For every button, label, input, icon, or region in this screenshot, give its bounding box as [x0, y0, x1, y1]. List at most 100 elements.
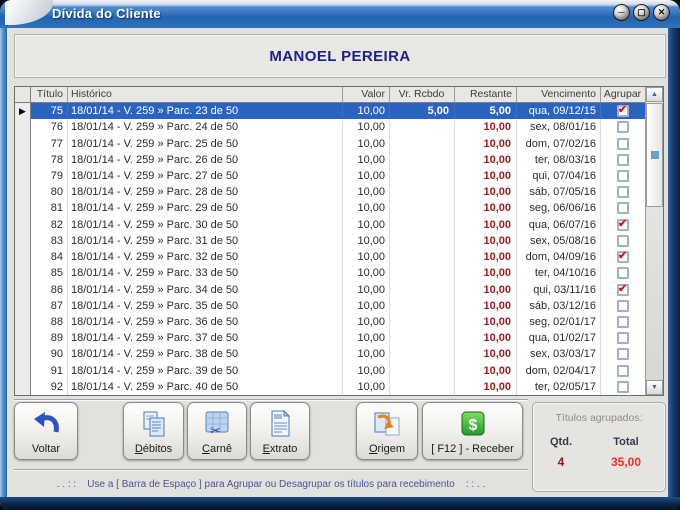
cell-agrupar: [601, 168, 645, 184]
cell-valor: 10,00: [343, 151, 390, 168]
agrupar-checkbox[interactable]: [617, 315, 629, 328]
cell-vencimento: sáb, 03/12/16: [517, 297, 601, 314]
agrupar-checkbox[interactable]: [617, 234, 629, 247]
maximize-button[interactable]: ▢: [633, 4, 650, 21]
cell-restante: 10,00: [455, 281, 517, 298]
cell-historico: 18/01/14 - V. 259 » Parc. 30 de 50: [68, 216, 343, 233]
cell-restante: 10,00: [455, 330, 517, 347]
row-selector-cell: [15, 167, 31, 185]
table-row[interactable]: 83 18/01/14 - V. 259 » Parc. 31 de 50 10…: [15, 232, 645, 249]
extrato-button[interactable]: Extrato: [250, 402, 310, 460]
agrupar-checkbox[interactable]: [617, 364, 629, 377]
table-row[interactable]: 84 18/01/14 - V. 259 » Parc. 32 de 50 10…: [15, 248, 645, 266]
cell-restante: 10,00: [455, 265, 517, 282]
origem-button[interactable]: Origem: [356, 402, 418, 460]
header-vr-rcbdo[interactable]: Vr. Rcbdo: [390, 87, 455, 102]
table-row[interactable]: 79 18/01/14 - V. 259 » Parc. 27 de 50 10…: [15, 167, 645, 185]
cell-historico: 18/01/14 - V. 259 » Parc. 32 de 50: [68, 248, 343, 266]
voltar-button[interactable]: Voltar: [14, 402, 78, 460]
table-row[interactable]: 78 18/01/14 - V. 259 » Parc. 26 de 50 10…: [15, 151, 645, 168]
table-row[interactable]: 88 18/01/14 - V. 259 » Parc. 36 de 50 10…: [15, 313, 645, 331]
cell-historico: 18/01/14 - V. 259 » Parc. 31 de 50: [68, 232, 343, 249]
extrato-label: Extrato: [262, 443, 298, 455]
origem-label: Origem: [368, 443, 406, 455]
row-selector-cell: [15, 151, 31, 168]
cell-titulo: 81: [31, 200, 68, 217]
cell-restante: 10,00: [455, 151, 517, 168]
table-row[interactable]: 81 18/01/14 - V. 259 » Parc. 29 de 50 10…: [15, 200, 645, 217]
cell-agrupar: [601, 265, 645, 281]
scrollbar-thumb[interactable]: [646, 103, 663, 207]
cell-agrupar: [601, 184, 645, 200]
table-row[interactable]: ▶ 75 18/01/14 - V. 259 » Parc. 23 de 50 …: [15, 103, 645, 120]
header-agrupar[interactable]: Agrupar: [601, 87, 645, 102]
table-row[interactable]: 87 18/01/14 - V. 259 » Parc. 35 de 50 10…: [15, 297, 645, 314]
header-vencimento[interactable]: Vencimento: [517, 87, 601, 102]
table-row[interactable]: 82 18/01/14 - V. 259 » Parc. 30 de 50 10…: [15, 216, 645, 233]
table-row[interactable]: 80 18/01/14 - V. 259 » Parc. 28 de 50 10…: [15, 184, 645, 201]
agrupar-checkbox[interactable]: [617, 282, 629, 296]
agrupar-checkbox[interactable]: [617, 299, 629, 312]
cell-vr-rcbdo: [390, 265, 455, 282]
table-row[interactable]: 91 18/01/14 - V. 259 » Parc. 39 de 50 10…: [15, 362, 645, 379]
cell-historico: 18/01/14 - V. 259 » Parc. 35 de 50: [68, 297, 343, 314]
agrupar-checkbox[interactable]: [617, 137, 629, 150]
cell-valor: 10,00: [343, 362, 390, 379]
cell-restante: 10,00: [455, 248, 517, 266]
cell-titulo: 87: [31, 297, 68, 314]
scrollbar-up-button[interactable]: ▲: [646, 87, 663, 102]
grouped-titles-label: Títulos agrupados:: [555, 412, 643, 424]
qtd-label: Qtd.: [550, 436, 572, 448]
agrupar-checkbox[interactable]: [617, 202, 629, 215]
cell-vencimento: dom, 04/09/16: [517, 248, 601, 266]
agrupar-checkbox[interactable]: [617, 332, 629, 345]
agrupar-checkbox[interactable]: [617, 348, 629, 361]
svg-text:$: $: [468, 417, 477, 434]
agrupar-checkbox[interactable]: [617, 267, 629, 280]
cell-titulo: 75: [31, 103, 68, 120]
cell-historico: 18/01/14 - V. 259 » Parc. 37 de 50: [68, 330, 343, 347]
agrupar-checkbox[interactable]: [617, 217, 629, 231]
agrupar-checkbox[interactable]: [617, 249, 629, 264]
cell-titulo: 92: [31, 378, 68, 395]
voltar-label: Voltar: [31, 443, 61, 455]
cell-titulo: 91: [31, 362, 68, 379]
agrupar-checkbox[interactable]: [617, 186, 629, 199]
header-historico[interactable]: Histórico: [68, 87, 343, 102]
vertical-scrollbar[interactable]: ▲ ▼: [645, 87, 663, 395]
cell-valor: 10,00: [343, 346, 390, 363]
current-row-marker-icon: ▶: [19, 105, 26, 116]
agrupar-checkbox[interactable]: [617, 153, 629, 166]
window-frame-left: [0, 28, 7, 510]
agrupar-checkbox[interactable]: [617, 380, 629, 393]
row-selector-cell: [15, 297, 31, 314]
table-row[interactable]: 76 18/01/14 - V. 259 » Parc. 24 de 50 10…: [15, 119, 645, 136]
titlebar-swoosh-decoration: [5, 0, 53, 25]
cell-restante: 10,00: [455, 216, 517, 233]
cell-valor: 10,00: [343, 184, 390, 201]
row-selector-cell: [15, 184, 31, 201]
header-restante[interactable]: Restante: [455, 87, 517, 102]
table-row[interactable]: 77 18/01/14 - V. 259 » Parc. 25 de 50 10…: [15, 135, 645, 152]
header-valor[interactable]: Valor: [343, 87, 390, 102]
table-row[interactable]: 89 18/01/14 - V. 259 » Parc. 37 de 50 10…: [15, 330, 645, 347]
header-titulo[interactable]: Título: [31, 87, 68, 102]
table-row[interactable]: 90 18/01/14 - V. 259 » Parc. 38 de 50 10…: [15, 346, 645, 363]
scrollbar-down-button[interactable]: ▼: [646, 380, 663, 395]
minimize-button[interactable]: ─: [613, 4, 630, 21]
cell-restante: 10,00: [455, 119, 517, 136]
agrupar-checkbox[interactable]: [617, 121, 629, 134]
cell-vencimento: seg, 06/06/16: [517, 200, 601, 217]
agrupar-checkbox[interactable]: [617, 169, 629, 182]
debitos-button[interactable]: Débitos: [123, 402, 184, 460]
window-frame-right: [668, 28, 680, 510]
table-row[interactable]: 86 18/01/14 - V. 259 » Parc. 34 de 50 10…: [15, 281, 645, 298]
titlebar[interactable]: Dívida do Cliente ─ ▢ ✕: [0, 0, 680, 28]
table-row[interactable]: 85 18/01/14 - V. 259 » Parc. 33 de 50 10…: [15, 265, 645, 282]
receber-button[interactable]: $ [ F12 ] - Receber: [422, 402, 523, 460]
close-button[interactable]: ✕: [653, 4, 670, 21]
agrupar-checkbox[interactable]: [617, 103, 629, 118]
table-row[interactable]: 92 18/01/14 - V. 259 » Parc. 40 de 50 10…: [15, 378, 645, 395]
cell-agrupar: [601, 249, 645, 265]
carne-button[interactable]: ✂ Carnê: [187, 402, 247, 460]
